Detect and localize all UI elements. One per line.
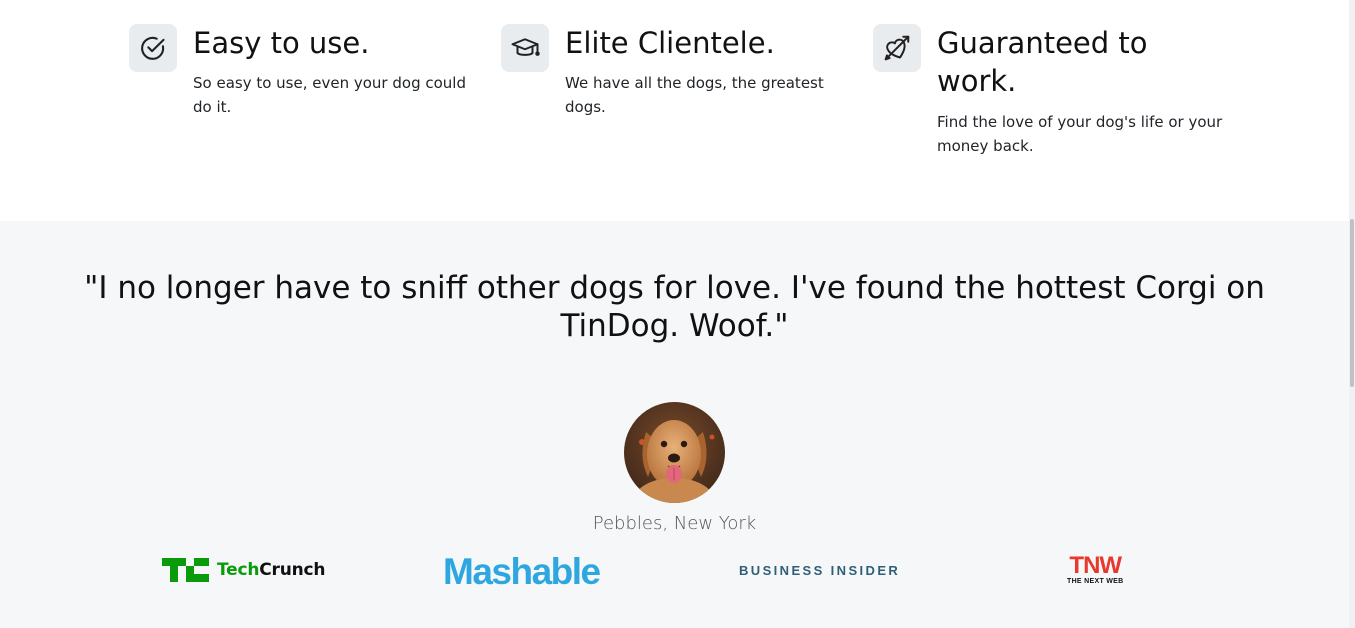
techcrunch-crunch: Crunch [259, 560, 326, 580]
tnw-tagline: THE NEXT WEB [1067, 578, 1124, 585]
feature-text: So easy to use, even your dog could do i… [193, 74, 466, 116]
techcrunch-logo: TechCrunch [162, 557, 325, 583]
features-section: Easy to use. So easy to use, even your d… [0, 0, 1349, 221]
scrollbar-thumb[interactable] [1350, 219, 1354, 387]
techcrunch-wordmark: TechCrunch [217, 560, 325, 580]
feature-title: Guaranteed to work. [937, 26, 1148, 98]
feature-title: Elite Clientele. [565, 26, 775, 60]
tnw-mark: TNW [1069, 552, 1122, 579]
check-circle-icon [129, 24, 177, 72]
testimonial-caption: Pebbles, New York [592, 513, 757, 534]
heart-arrow-icon [873, 24, 921, 72]
testimonial-section: "I no longer have to sniff other dogs fo… [0, 221, 1349, 628]
graduation-cap-icon [501, 24, 549, 72]
techcrunch-tech: Tech [217, 560, 260, 580]
tnw-logo: TNW THE NEXT WEB [1067, 552, 1124, 586]
page-scrollbar[interactable] [1349, 0, 1355, 628]
feature-text: Find the love of your dog's life or your… [937, 113, 1223, 155]
dog-profile-image [624, 402, 725, 503]
techcrunch-mark-icon [162, 558, 209, 582]
business-insider-logo: BUSINESS INSIDER [739, 563, 901, 578]
feature-text: We have all the dogs, the greatest dogs. [565, 74, 824, 116]
testimonial-quote: "I no longer have to sniff other dogs fo… [84, 270, 1265, 344]
feature-title: Easy to use. [193, 26, 370, 60]
mashable-logo: Mashable [443, 551, 601, 592]
press-logos: TechCrunch Mashable BUSINESS INSIDER TNW… [0, 551, 1349, 611]
